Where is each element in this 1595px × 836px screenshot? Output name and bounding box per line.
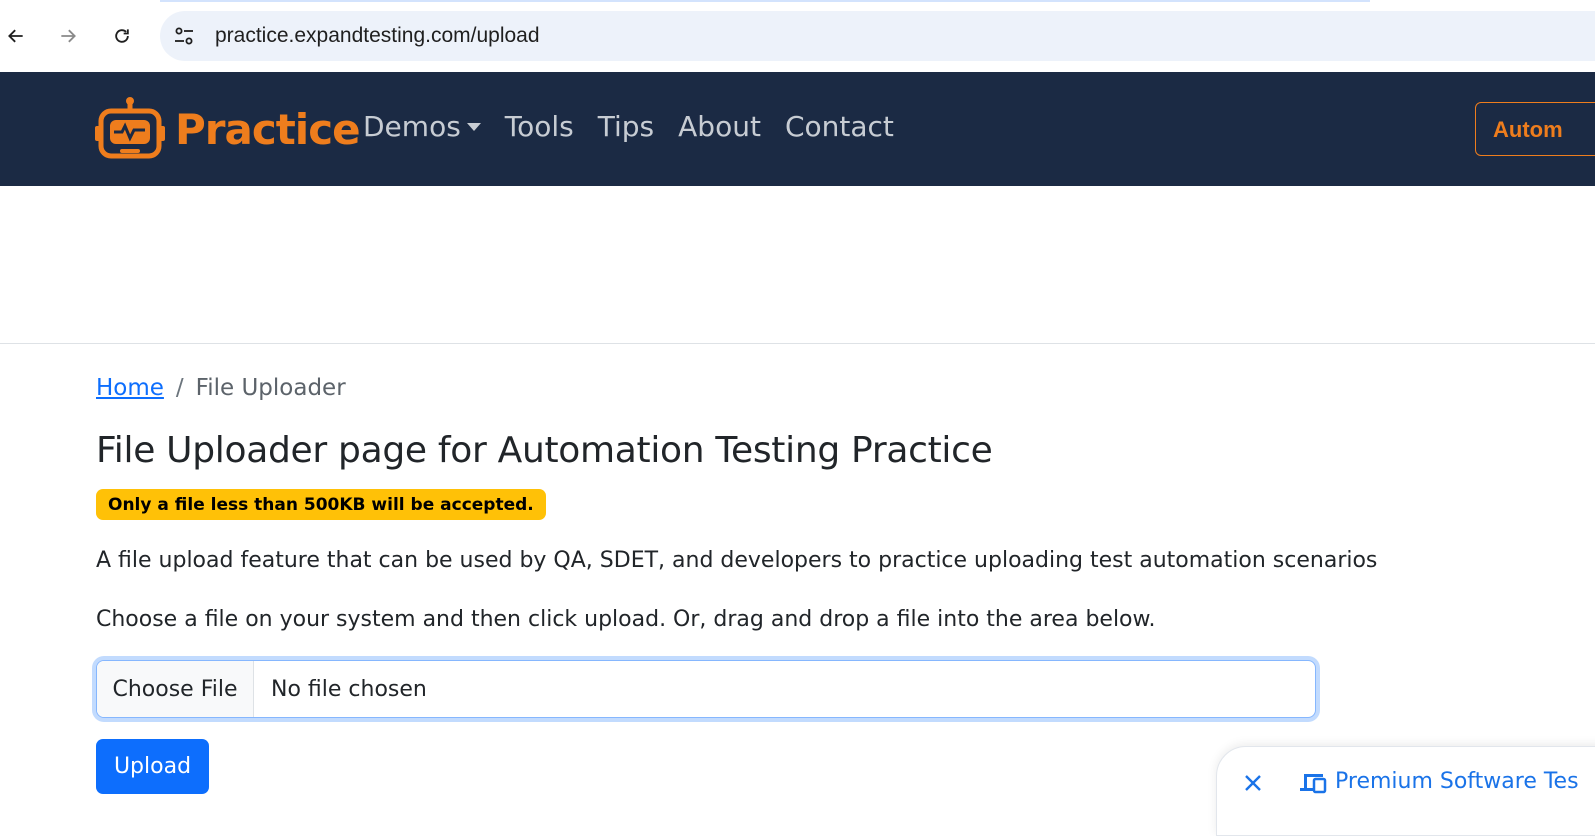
nav-menu: Demos Tools Tips About Contact <box>363 110 918 143</box>
nav-item-about[interactable]: About <box>678 110 761 143</box>
browser-toolbar: practice.expandtesting.com/upload <box>0 0 1595 72</box>
brand-name[interactable]: Practice <box>175 105 361 154</box>
toast-text[interactable]: Premium Software Tes <box>1335 769 1579 794</box>
nav-cta-button[interactable]: Autom <box>1475 102 1595 156</box>
tab-strip-edge <box>160 0 1370 2</box>
promo-toast: Premium Software Tes <box>1216 746 1595 836</box>
instruction-text: Choose a file on your system and then cl… <box>96 607 1156 632</box>
nav-item-contact[interactable]: Contact <box>785 110 894 143</box>
file-upload-input[interactable]: Choose File No file chosen <box>96 660 1316 718</box>
brand-link[interactable]: Practice <box>95 94 361 164</box>
address-bar[interactable]: practice.expandtesting.com/upload <box>160 11 1595 61</box>
file-status-text: No file chosen <box>271 676 427 702</box>
nav-item-tips[interactable]: Tips <box>598 110 654 143</box>
arrow-left-icon <box>8 29 23 43</box>
forward-button[interactable] <box>52 20 84 52</box>
file-size-warning-badge: Only a file less than 500KB will be acce… <box>96 489 546 520</box>
breadcrumb-home-link[interactable]: Home <box>96 375 164 401</box>
arrow-right-icon <box>61 29 76 43</box>
back-button[interactable] <box>0 20 32 52</box>
nav-item-demos[interactable]: Demos <box>363 110 481 143</box>
choose-file-button[interactable]: Choose File <box>97 661 254 717</box>
breadcrumb-current: File Uploader <box>195 375 346 401</box>
site-navbar: Practice Demos Tools Tips About Contact … <box>0 72 1595 186</box>
page-title: File Uploader page for Automation Testin… <box>96 430 993 471</box>
nav-item-label: Demos <box>363 110 461 143</box>
ad-placeholder <box>0 186 1595 344</box>
description-text: A file upload feature that can be used b… <box>96 548 1378 573</box>
breadcrumb-separator: / <box>175 375 184 401</box>
reload-icon <box>115 29 129 43</box>
breadcrumb: Home / File Uploader <box>96 360 1356 416</box>
nav-item-tools[interactable]: Tools <box>505 110 574 143</box>
main-content: Home / File Uploader File Uploader page … <box>96 360 1377 794</box>
upload-button[interactable]: Upload <box>96 739 209 794</box>
devices-icon <box>1300 774 1327 794</box>
reload-button[interactable] <box>106 20 138 52</box>
caret-down-icon <box>466 122 481 131</box>
tune-icon[interactable] <box>172 24 196 48</box>
robot-logo-icon <box>95 97 165 159</box>
close-icon[interactable] <box>1241 771 1265 795</box>
url-text[interactable]: practice.expandtesting.com/upload <box>215 24 540 48</box>
